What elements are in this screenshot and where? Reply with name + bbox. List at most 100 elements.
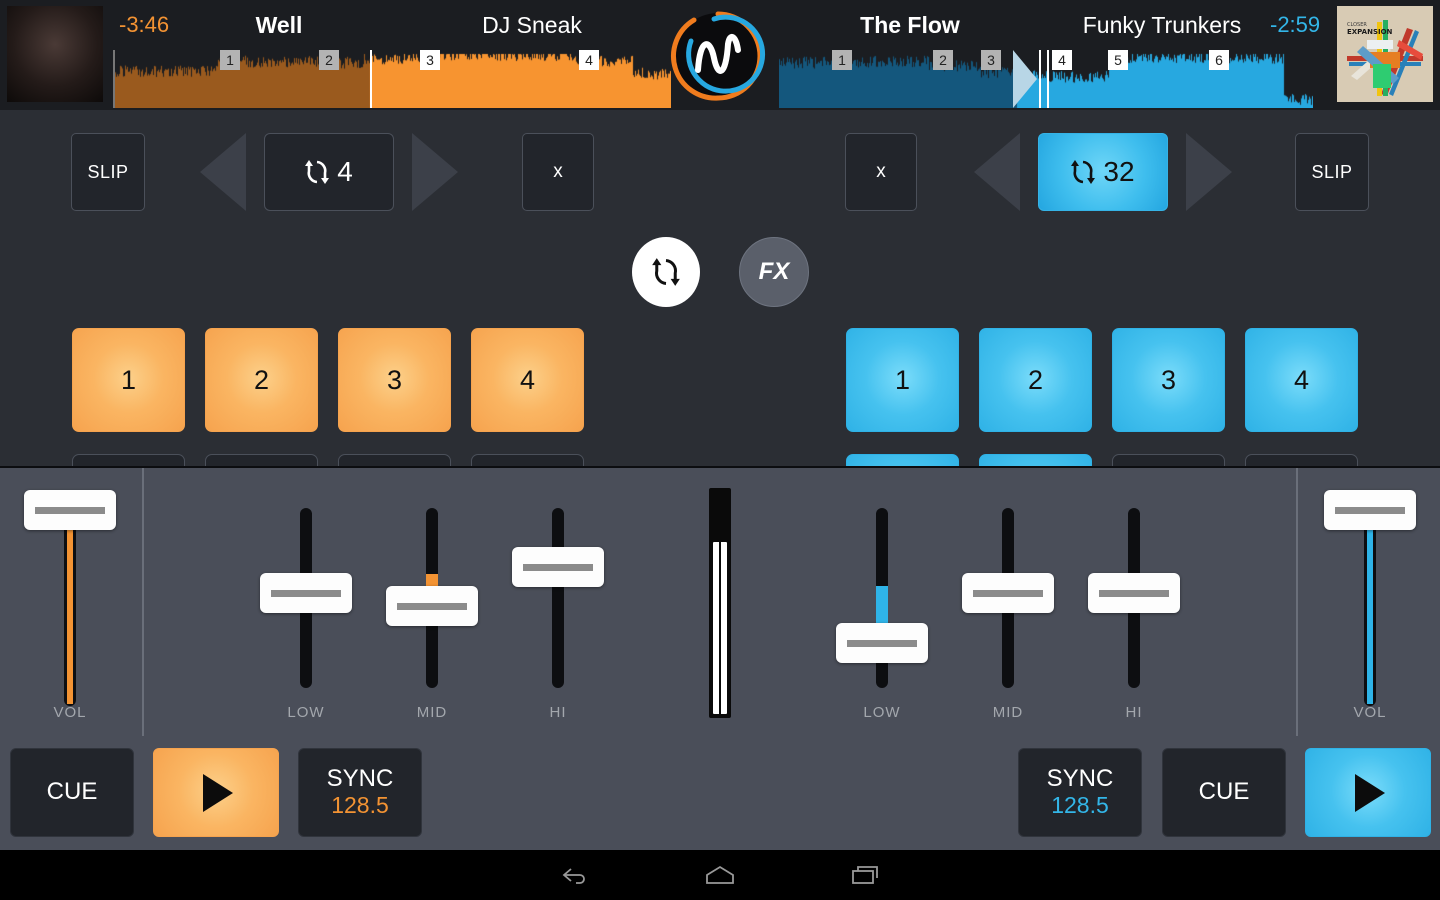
beat-marker: 2: [933, 50, 953, 70]
album-art-native-headdress: [7, 6, 103, 102]
right-cue-button[interactable]: CUE: [1162, 748, 1286, 837]
left-hi-fader-handle[interactable]: [512, 547, 604, 587]
right-sync-button[interactable]: SYNC 128.5: [1018, 748, 1142, 837]
left-hi-fader[interactable]: HI: [488, 468, 628, 738]
right-cue-label: CUE: [1198, 778, 1250, 806]
nav-recents-button[interactable]: [835, 858, 895, 892]
beat-marker: 5: [1108, 50, 1128, 70]
beat-marker: 2: [319, 50, 339, 70]
left-pad-1[interactable]: 1: [72, 328, 185, 432]
beat-marker: 6: [1209, 50, 1229, 70]
beat-marker: 4: [1052, 50, 1072, 70]
loop-arrows-icon: [305, 160, 330, 184]
left-volume-fader[interactable]: VOL: [0, 468, 140, 738]
right-low-fader-label: LOW: [863, 704, 901, 721]
beat-marker: 1: [832, 50, 852, 70]
right-low-fader-handle[interactable]: [836, 623, 928, 663]
recents-icon: [852, 866, 878, 884]
left-deck-title: Well: [255, 12, 303, 38]
app-logo: [670, 8, 766, 104]
left-deck-waveform[interactable]: 1 2 3 4: [113, 50, 671, 108]
right-deck-title: The Flow: [860, 12, 960, 38]
fx-button[interactable]: FX: [739, 237, 809, 307]
album-art-closer-expansion: CLOSER EXPANSION: [1337, 6, 1433, 102]
left-loop-length-value: 4: [337, 156, 353, 187]
right-pad-4[interactable]: 4: [1245, 328, 1358, 432]
playhead-marker: [1013, 50, 1049, 108]
right-deck-artwork[interactable]: CLOSER EXPANSION: [1337, 6, 1433, 102]
right-loop-clear-button[interactable]: x: [845, 133, 917, 211]
beat-marker: 3: [981, 50, 1001, 70]
left-hi-fader-label: HI: [549, 704, 567, 721]
left-slip-button[interactable]: SLIP: [71, 133, 145, 211]
right-pad-1[interactable]: 1: [846, 328, 959, 432]
left-loop-clear-button[interactable]: x: [522, 133, 594, 211]
left-volume-fader-handle[interactable]: [24, 490, 116, 530]
right-hi-fader[interactable]: HI: [1064, 468, 1204, 738]
left-low-fader[interactable]: LOW: [236, 468, 376, 738]
left-deck-time-remaining: -3:46: [119, 12, 170, 37]
transport-bar: CUE SYNC 128.5 SYNC 128.5 CUE: [0, 736, 1440, 850]
play-triangle-icon: [203, 773, 233, 812]
left-cue-label: CUE: [46, 778, 98, 806]
left-loop-double-icon[interactable]: [412, 133, 458, 211]
left-mid-fader-label: MID: [416, 704, 448, 721]
right-bpm-value: 128.5: [1051, 792, 1109, 819]
right-loop-double-icon[interactable]: [1186, 133, 1232, 211]
right-volume-fader-label: VOL: [1353, 704, 1387, 721]
nav-back-button[interactable]: [545, 858, 605, 892]
right-hi-fader-label: HI: [1125, 704, 1143, 721]
right-pad-2[interactable]: 2: [979, 328, 1092, 432]
right-deck-time-remaining: -2:59: [1270, 12, 1321, 37]
left-play-button[interactable]: [153, 748, 279, 837]
left-deck-artist: DJ Sneak: [482, 12, 582, 38]
right-slip-button[interactable]: SLIP: [1295, 133, 1369, 211]
left-loop-length-display[interactable]: 4: [264, 133, 394, 211]
left-low-fader-label: LOW: [287, 704, 325, 721]
right-mid-fader-handle[interactable]: [962, 573, 1054, 613]
right-loop-halve-icon[interactable]: [974, 133, 1020, 211]
loop-arrows-icon: [652, 258, 680, 286]
svg-text:EXPANSION: EXPANSION: [1347, 28, 1393, 36]
beat-marker: 3: [420, 50, 440, 70]
left-sync-button[interactable]: SYNC 128.5: [298, 748, 422, 837]
mixer-divider: [1296, 468, 1298, 738]
deck-info-header: -3:46 Well DJ Sneak The Flow Funky Trunk…: [0, 0, 1440, 110]
right-pad-3[interactable]: 3: [1112, 328, 1225, 432]
right-volume-fader[interactable]: VOL: [1300, 468, 1440, 738]
home-icon: [706, 865, 734, 884]
loop-arrows-icon: [1071, 160, 1096, 184]
dj-app-root: -3:46 Well DJ Sneak The Flow Funky Trunk…: [0, 0, 1440, 900]
loop-control-row: SLIP 4 x x 32 SLIP: [0, 126, 1440, 218]
left-mid-fader-handle[interactable]: [386, 586, 478, 626]
android-navigation-bar: [0, 850, 1440, 900]
left-sync-label: SYNC: [326, 765, 394, 793]
master-sync-loop-button[interactable]: [632, 237, 700, 307]
left-bpm-value: 128.5: [331, 792, 389, 819]
right-deck-waveform[interactable]: 1 2 3 4 5 6: [779, 50, 1313, 108]
right-mid-fader[interactable]: MID: [938, 468, 1078, 738]
left-cue-button[interactable]: CUE: [10, 748, 134, 837]
right-low-fader[interactable]: LOW: [812, 468, 952, 738]
beat-marker: 1: [220, 50, 240, 70]
left-volume-fader-label: VOL: [53, 704, 87, 721]
left-pad-4[interactable]: 4: [471, 328, 584, 432]
right-loop-length-value: 32: [1103, 156, 1135, 187]
left-low-fader-handle[interactable]: [260, 573, 352, 613]
left-pad-3[interactable]: 3: [338, 328, 451, 432]
right-loop-length-display[interactable]: 32: [1038, 133, 1168, 211]
right-sync-label: SYNC: [1046, 765, 1114, 793]
left-deck-artwork[interactable]: [7, 6, 103, 102]
mixer-section: VOL LOW MID HI LOW MID HI VOL: [0, 466, 1440, 738]
master-vu-meter: [709, 488, 731, 718]
left-mid-fader[interactable]: MID: [362, 468, 502, 738]
right-play-button[interactable]: [1305, 748, 1431, 837]
nav-home-button[interactable]: [690, 858, 750, 892]
mixer-divider: [142, 468, 144, 738]
back-arrow-icon: [562, 868, 585, 884]
left-pad-2[interactable]: 2: [205, 328, 318, 432]
left-loop-halve-icon[interactable]: [200, 133, 246, 211]
right-hi-fader-handle[interactable]: [1088, 573, 1180, 613]
right-volume-fader-handle[interactable]: [1324, 490, 1416, 530]
play-triangle-icon: [1355, 773, 1385, 812]
